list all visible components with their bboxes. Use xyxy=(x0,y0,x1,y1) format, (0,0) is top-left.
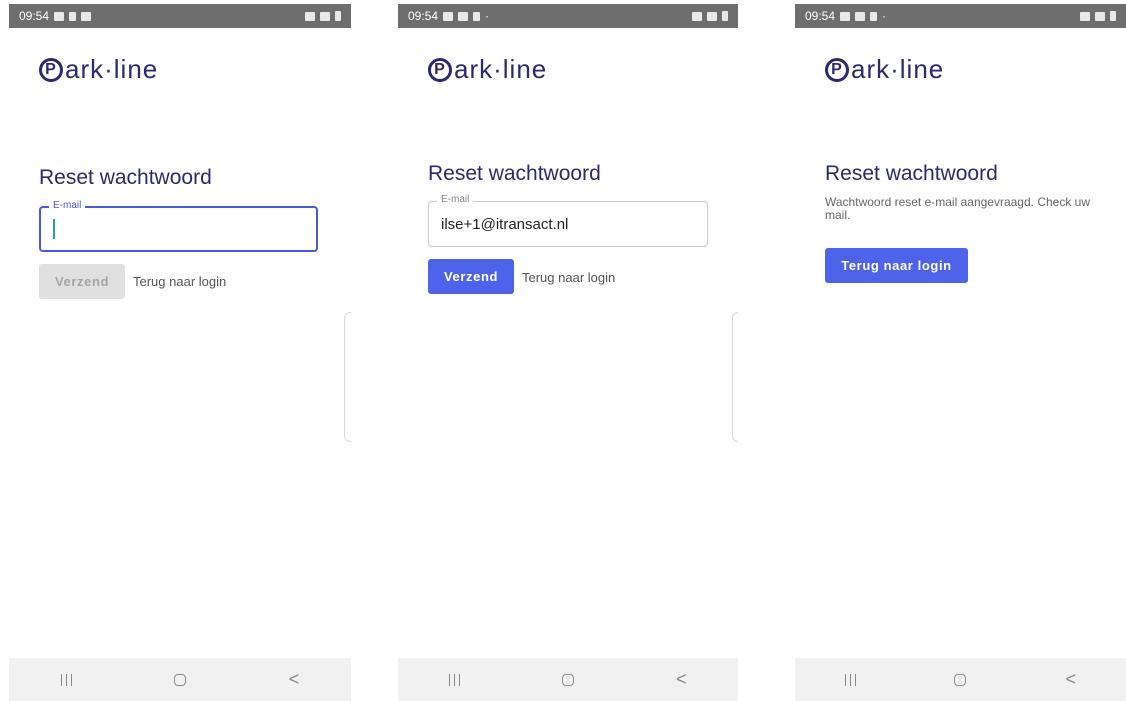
parking-icon: P xyxy=(428,57,452,82)
gallery-icon xyxy=(81,11,92,21)
back-to-login-link[interactable]: Terug naar login xyxy=(522,270,615,285)
email-field[interactable]: E-mail xyxy=(39,200,318,252)
image-icon xyxy=(855,11,866,21)
signal-icon xyxy=(320,11,330,21)
mute-icon xyxy=(1080,11,1090,21)
page-title: Reset wachtwoord xyxy=(428,162,601,185)
text-caret xyxy=(53,219,55,239)
status-bar: 09:54 xyxy=(9,4,351,28)
submit-button[interactable]: Verzend xyxy=(39,264,125,299)
battery-icon xyxy=(1110,11,1116,21)
navigation-bar: < xyxy=(398,658,738,701)
back-icon[interactable]: < xyxy=(661,665,701,695)
mute-icon xyxy=(305,11,315,21)
email-field-label: E-mail xyxy=(437,194,474,205)
hand-icon xyxy=(870,11,878,21)
status-time: 09:54 xyxy=(805,9,836,23)
home-icon[interactable] xyxy=(940,665,980,695)
home-icon[interactable] xyxy=(160,665,200,695)
brand-logo: P ark·line xyxy=(825,54,944,85)
hand-icon xyxy=(69,11,77,21)
parking-icon: P xyxy=(825,57,849,82)
signal-icon xyxy=(707,11,717,21)
side-panel-handle[interactable] xyxy=(732,312,738,442)
recent-apps-icon[interactable] xyxy=(830,665,870,695)
phone-screen-filled: 09:54 · P ark·line Reset wachtwoord E-ma… xyxy=(398,0,738,701)
brand-name: ark·line xyxy=(851,54,945,84)
brand-name: ark·line xyxy=(65,54,159,84)
submit-button[interactable]: Verzend xyxy=(428,259,514,294)
home-icon[interactable] xyxy=(548,665,588,695)
side-panel-handle[interactable] xyxy=(344,312,351,442)
back-to-login-button[interactable]: Terug naar login xyxy=(825,248,968,283)
brand-name: ark·line xyxy=(454,54,548,84)
signal-icon xyxy=(1095,11,1105,21)
page-title: Reset wachtwoord xyxy=(39,166,212,189)
email-value: ilse+1@itransact.nl xyxy=(441,215,569,233)
battery-icon xyxy=(722,11,728,21)
parking-icon: P xyxy=(39,57,63,82)
navigation-bar: < xyxy=(9,658,351,701)
image-icon xyxy=(458,11,469,21)
phone-screen-empty: 09:54 P ark·line Reset wachtwoord E-mail… xyxy=(9,0,351,701)
back-icon[interactable]: < xyxy=(1051,665,1091,695)
gallery-icon xyxy=(840,11,851,21)
battery-icon xyxy=(335,11,341,21)
status-dot: · xyxy=(882,9,887,23)
mute-icon xyxy=(692,11,702,21)
confirmation-message: Wachtwoord reset e-mail aangevraagd. Che… xyxy=(825,195,1091,222)
phone-screen-confirmation: 09:54 · P ark·line Reset wachtwoord Wach… xyxy=(795,0,1126,701)
brand-logo: P ark·line xyxy=(428,54,547,85)
back-icon[interactable]: < xyxy=(274,665,314,695)
hand-icon xyxy=(473,11,481,21)
email-field-label: E-mail xyxy=(49,200,86,211)
recent-apps-icon[interactable] xyxy=(435,665,475,695)
recent-apps-icon[interactable] xyxy=(46,665,86,695)
page-title: Reset wachtwoord xyxy=(825,162,998,185)
back-to-login-link[interactable]: Terug naar login xyxy=(133,274,226,289)
email-field[interactable]: E-mail ilse+1@itransact.nl xyxy=(428,194,708,247)
status-time: 09:54 xyxy=(19,9,50,23)
brand-logo: P ark·line xyxy=(39,54,158,85)
status-time: 09:54 xyxy=(408,9,439,23)
gallery-icon xyxy=(443,11,454,21)
navigation-bar: < xyxy=(795,658,1126,701)
image-icon xyxy=(54,11,65,21)
status-bar: 09:54 · xyxy=(398,4,738,28)
status-dot: · xyxy=(485,9,490,23)
status-bar: 09:54 · xyxy=(795,4,1126,28)
